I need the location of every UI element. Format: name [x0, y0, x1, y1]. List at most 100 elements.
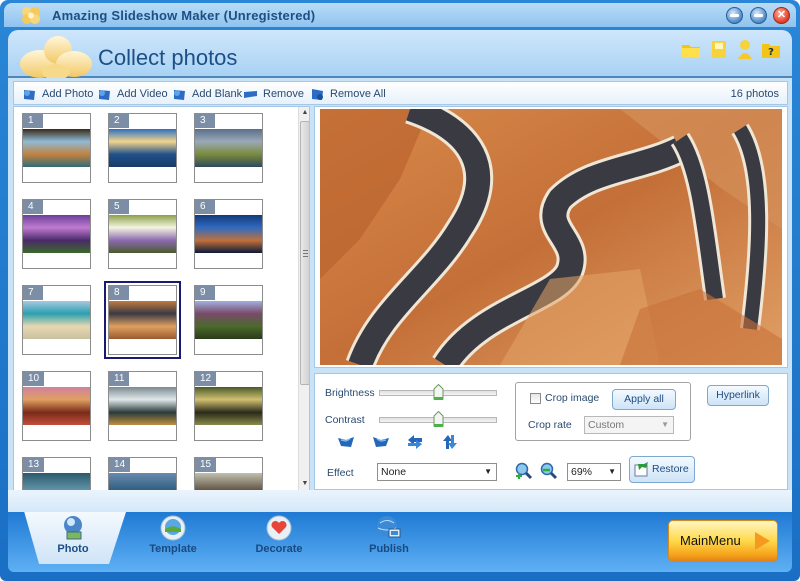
thumbnail-image — [195, 215, 262, 253]
save-icon[interactable] — [708, 38, 730, 60]
rotate-right-icon[interactable] — [372, 434, 390, 450]
chevron-down-icon: ▼ — [661, 420, 669, 429]
thumbnail-item[interactable]: 9 — [194, 285, 263, 355]
preview-image — [320, 109, 782, 365]
flip-vertical-icon[interactable] — [441, 434, 459, 450]
rotate-left-icon[interactable] — [337, 434, 355, 450]
thumbnail-image — [195, 387, 262, 425]
flip-horizontal-icon[interactable] — [406, 434, 424, 450]
apply-all-button[interactable]: Apply all — [612, 389, 676, 410]
thumbnail-image — [109, 387, 176, 425]
add-video-button[interactable]: Add Video — [97, 86, 168, 102]
thumbnail-item[interactable]: 8 — [104, 281, 181, 359]
contrast-slider[interactable] — [379, 411, 497, 427]
brightness-label: Brightness — [325, 387, 375, 399]
thumbnail-number: 1 — [23, 114, 43, 128]
zoom-out-icon[interactable] — [540, 462, 558, 480]
thumbnail-image — [109, 215, 176, 253]
heart-icon — [266, 515, 292, 541]
effect-select[interactable]: None ▼ — [377, 463, 497, 481]
minimize-icon — [730, 14, 739, 17]
thumbnail-number: 9 — [195, 286, 215, 300]
add-video-icon — [99, 89, 110, 100]
add-photo-button[interactable]: Add Photo — [22, 86, 93, 102]
app-window: Amazing Slideshow Maker (Unregistered) ✕… — [0, 0, 800, 581]
contrast-slider-knob[interactable] — [433, 411, 444, 428]
close-button[interactable]: ✕ — [773, 7, 790, 24]
crop-image-checkbox[interactable] — [530, 393, 541, 404]
zoom-value: 69% — [571, 466, 593, 478]
effect-label: Effect — [327, 467, 354, 479]
photo-count: 16 photos — [730, 88, 779, 100]
add-blank-button[interactable]: Add Blank — [172, 86, 242, 102]
thumbnail-item[interactable]: 4 — [22, 199, 91, 269]
crop-image-label: Crop image — [545, 392, 600, 404]
thumbnail-list[interactable]: 1 2 3 4 5 6 7 8 9 10 11 12 13 14 15 ▲ ▼ — [13, 106, 310, 491]
open-folder-icon[interactable] — [680, 38, 702, 60]
scroll-thumb[interactable] — [300, 121, 309, 385]
remove-all-label: Remove All — [330, 88, 386, 100]
thumbnail-image — [23, 387, 90, 425]
thumbnail-item[interactable]: 2 — [108, 113, 177, 183]
thumbnail-number: 10 — [23, 372, 45, 386]
bottom-navigation: Photo Template Decorate Publish MainMenu — [8, 512, 792, 572]
tab-template[interactable]: Template — [128, 512, 218, 564]
thumbnail-item[interactable]: 12 — [194, 371, 263, 441]
thumbnail-number: 15 — [195, 458, 217, 472]
thumbnail-item[interactable]: 11 — [108, 371, 177, 441]
scroll-up-arrow[interactable]: ▲ — [299, 107, 309, 119]
thumbnail-image — [195, 129, 262, 167]
thumbnail-item[interactable]: 5 — [108, 199, 177, 269]
tab-publish[interactable]: Publish — [344, 512, 434, 564]
contrast-label: Contrast — [325, 414, 365, 426]
brightness-slider-knob[interactable] — [433, 384, 444, 401]
thumbnail-item[interactable]: 10 — [22, 371, 91, 441]
tab-photo[interactable]: Photo — [24, 512, 126, 564]
brightness-slider[interactable] — [379, 384, 497, 400]
thumbnail-item[interactable]: 15 — [194, 457, 263, 490]
remove-all-button[interactable]: Remove All — [310, 86, 386, 102]
thumbnail-image — [23, 129, 90, 167]
svg-text:?: ? — [768, 47, 774, 58]
thumbnail-number: 6 — [195, 200, 215, 214]
thumbnail-item[interactable]: 1 — [22, 113, 91, 183]
hyperlink-button[interactable]: Hyperlink — [707, 385, 769, 406]
thumbnail-image — [23, 301, 90, 339]
main-menu-button[interactable]: MainMenu — [668, 520, 778, 562]
add-photo-label: Add Photo — [42, 88, 94, 100]
add-blank-label: Add Blank — [192, 88, 243, 100]
thumbnail-item[interactable]: 7 — [22, 285, 91, 355]
crop-rate-label: Crop rate — [528, 419, 572, 431]
page-title: Collect photos — [98, 45, 238, 70]
photo-adjust-panel: Brightness Contrast Effect None ▼ Crop i… — [314, 373, 788, 490]
app-logo-icon — [22, 7, 40, 24]
photo-toolbar: Add Photo Add Video Add Blank Remove Rem… — [13, 81, 788, 105]
help-icon[interactable]: ? — [760, 38, 782, 60]
thumbnail-item[interactable]: 13 — [22, 457, 91, 490]
crop-group: Crop image Apply all Crop rate Custom ▼ — [515, 382, 691, 441]
thumbnail-item[interactable]: 6 — [194, 199, 263, 269]
user-icon[interactable] — [734, 38, 756, 60]
minimize-button[interactable] — [726, 7, 743, 24]
title-bar[interactable]: Amazing Slideshow Maker (Unregistered) ✕ — [4, 3, 796, 27]
maximize-button[interactable] — [750, 7, 767, 24]
tab-decorate[interactable]: Decorate — [234, 512, 324, 564]
scroll-down-arrow[interactable]: ▼ — [299, 478, 309, 490]
thumbnail-image — [23, 215, 90, 253]
photo-icon — [64, 516, 82, 540]
zoom-select[interactable]: 69% ▼ — [567, 463, 621, 481]
thumbnail-item[interactable]: 14 — [108, 457, 177, 490]
thumbnail-image — [109, 473, 176, 490]
content-footer — [8, 490, 792, 512]
thumbnail-number: 4 — [23, 200, 43, 214]
zoom-in-icon[interactable] — [515, 462, 533, 480]
restore-button[interactable]: Restore — [629, 456, 695, 483]
main-menu-label: MainMenu — [680, 533, 741, 548]
thumbnail-number: 2 — [109, 114, 129, 128]
remove-button[interactable]: Remove — [243, 86, 304, 102]
vertical-scrollbar[interactable]: ▲ ▼ — [298, 107, 309, 490]
thumbnail-item[interactable]: 3 — [194, 113, 263, 183]
crop-rate-select[interactable]: Custom ▼ — [584, 416, 674, 434]
flower-logo-icon — [20, 36, 92, 78]
thumbnail-image — [109, 301, 176, 339]
